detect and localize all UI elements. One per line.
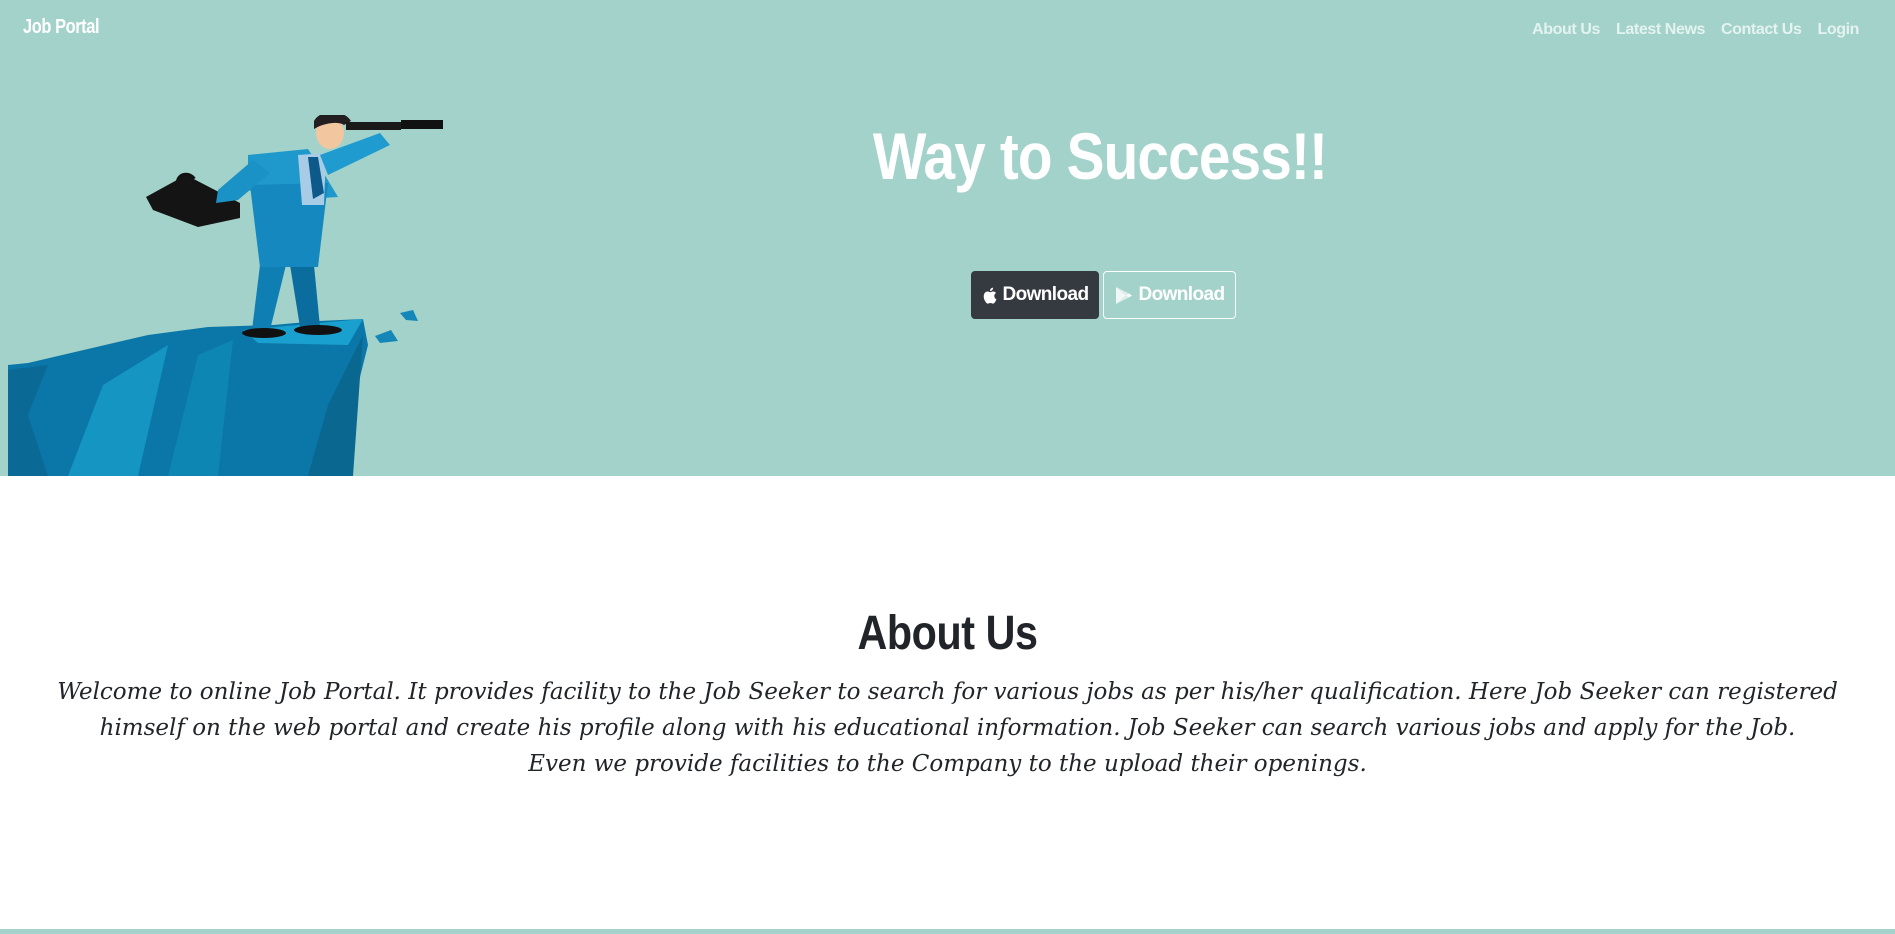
about-section: About Us Welcome to online Job Portal. I… xyxy=(0,476,1895,930)
download-google-play-label: Download xyxy=(1138,284,1226,305)
nav-link-latest-news[interactable]: Latest News xyxy=(1616,21,1705,39)
hero-section: Job Portal About Us Latest News Contact … xyxy=(0,0,1895,476)
navbar-links: About Us Latest News Contact Us Login xyxy=(1532,21,1859,39)
google-play-icon xyxy=(1115,286,1132,304)
nav-link-contact-us[interactable]: Contact Us xyxy=(1721,21,1802,39)
navbar-brand[interactable]: Job Portal xyxy=(23,16,100,39)
hero-title: Way to Success!! xyxy=(872,119,1328,193)
about-paragraph: Welcome to online Job Portal. It provide… xyxy=(57,679,1838,741)
telescope-icon xyxy=(346,120,443,130)
about-title: About Us xyxy=(857,607,1038,660)
nav-link-login[interactable]: Login xyxy=(1817,21,1859,39)
about-paragraph: Even we provide facilities to the Compan… xyxy=(528,751,1367,777)
businessman-cliff-illustration xyxy=(8,115,443,476)
download-google-play-button[interactable]: Download xyxy=(1103,271,1236,319)
nav-link-about-us[interactable]: About Us xyxy=(1532,21,1600,39)
about-description: Welcome to online Job Portal. It provide… xyxy=(40,674,1855,782)
download-app-store-button[interactable]: Download xyxy=(971,271,1099,319)
download-app-store-label: Download xyxy=(1002,284,1090,305)
apple-icon xyxy=(983,287,996,304)
footer-strip xyxy=(0,929,1895,934)
